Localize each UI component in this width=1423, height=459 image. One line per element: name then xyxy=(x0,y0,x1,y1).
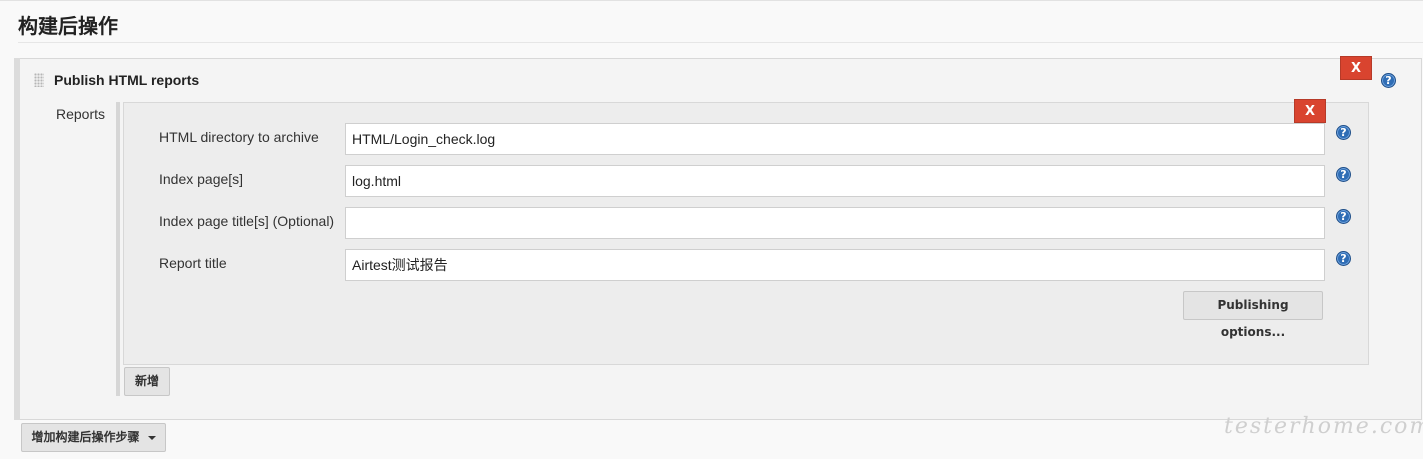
help-icon[interactable]: ? xyxy=(1381,73,1396,88)
watermark: testerhome.com xyxy=(1224,414,1423,439)
delete-report-button[interactable]: X xyxy=(1294,99,1326,123)
index-page-titles-label: Index page title[s] (Optional) xyxy=(159,213,335,229)
publishing-options-button[interactable]: Publishing options... xyxy=(1183,291,1323,339)
step-title: Publish HTML reports xyxy=(54,72,200,88)
add-report-button[interactable]: 新增 xyxy=(124,367,170,396)
index-pages-label: Index page[s] xyxy=(159,171,244,187)
reports-label: Reports xyxy=(56,106,106,122)
step-rail xyxy=(14,58,20,420)
help-icon[interactable]: ? xyxy=(1336,251,1351,266)
index-pages-input[interactable] xyxy=(345,165,1325,197)
add-post-build-step-button[interactable]: 增加构建后操作步骤 xyxy=(21,423,166,452)
html-directory-input[interactable] xyxy=(345,123,1325,155)
report-title-label: Report title xyxy=(159,255,227,271)
index-page-titles-input[interactable] xyxy=(345,207,1325,239)
top-border xyxy=(0,0,1423,1)
help-icon[interactable]: ? xyxy=(1336,167,1351,182)
section-divider xyxy=(18,42,1423,43)
report-title-input[interactable] xyxy=(345,249,1325,281)
reports-rail xyxy=(116,102,120,396)
html-directory-label: HTML directory to archive xyxy=(159,129,319,145)
delete-step-button[interactable]: X xyxy=(1340,56,1372,80)
add-post-build-step-label: 增加构建后操作步骤 xyxy=(31,430,140,444)
drag-handle-icon[interactable] xyxy=(34,73,44,87)
section-title: 构建后操作 xyxy=(18,14,118,38)
help-icon[interactable]: ? xyxy=(1336,125,1351,140)
caret-down-icon xyxy=(147,435,156,440)
help-icon[interactable]: ? xyxy=(1336,209,1351,224)
